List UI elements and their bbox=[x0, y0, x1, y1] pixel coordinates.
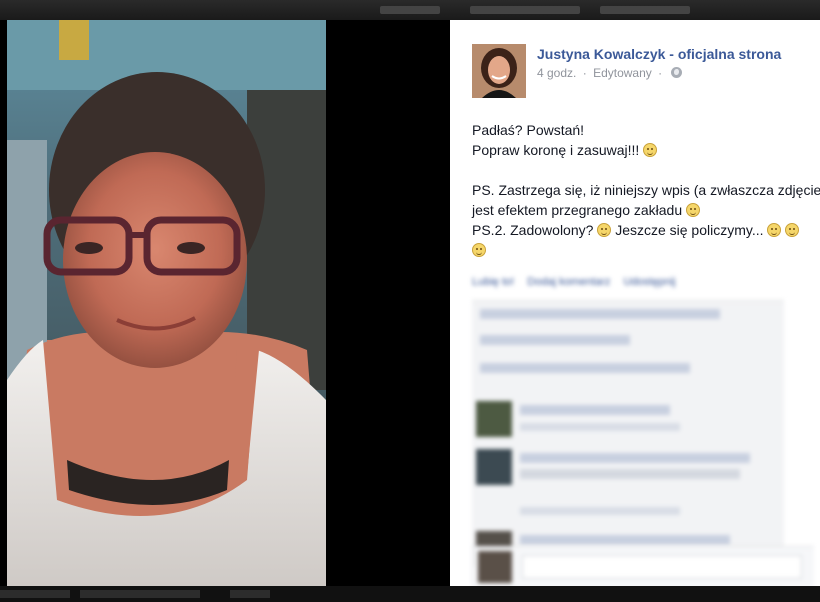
post-line bbox=[472, 240, 820, 260]
dimmed-page-header bbox=[0, 0, 820, 20]
selfie-image bbox=[7, 20, 326, 586]
post-line-text: PS.2. Zadowolony? bbox=[472, 222, 594, 238]
post-text: Padłaś? Powstań! Popraw koronę i zasuwaj… bbox=[472, 120, 820, 260]
meta-separator: · bbox=[582, 66, 587, 80]
shares-row[interactable] bbox=[480, 335, 630, 345]
photo-area bbox=[0, 20, 450, 586]
post-line: Padłaś? Powstań! bbox=[472, 120, 820, 140]
post-line-text: Popraw koronę i zasuwaj!!! bbox=[472, 142, 640, 158]
post-photo[interactable] bbox=[7, 20, 326, 586]
post-line: PS. Zastrzega się, iż niniejszy wpis (a … bbox=[472, 180, 820, 200]
comment-body bbox=[520, 535, 730, 545]
smiley-icon bbox=[767, 223, 782, 237]
post-line-text: Padłaś? Powstań! bbox=[472, 122, 585, 138]
globe-icon[interactable] bbox=[671, 67, 683, 78]
page-avatar[interactable] bbox=[472, 44, 526, 98]
smiley-icon bbox=[686, 203, 701, 217]
comment-body bbox=[520, 405, 670, 415]
post-meta: 4 godz. · Edytowany · bbox=[537, 66, 683, 80]
edited-label[interactable]: Edytowany bbox=[593, 66, 652, 80]
smiley-icon bbox=[472, 243, 486, 257]
smiley-icon bbox=[643, 143, 658, 157]
photo-viewer: Justyna Kowalczyk - oficjalna strona 4 g… bbox=[0, 0, 820, 602]
likes-summary-row[interactable] bbox=[480, 309, 720, 319]
comment-avatar[interactable] bbox=[476, 449, 512, 485]
post-line-text: Jeszcze się policzymy... bbox=[615, 222, 764, 238]
comment-composer bbox=[472, 546, 814, 586]
smiley-icon bbox=[785, 223, 800, 237]
previous-comments-row[interactable] bbox=[480, 363, 690, 373]
comment-body bbox=[520, 453, 750, 463]
post-line-text: PS. Zastrzega się, iż niniejszy wpis (a … bbox=[472, 182, 820, 198]
profile-picture-image bbox=[472, 44, 526, 98]
post-line: Popraw koronę i zasuwaj!!! bbox=[472, 140, 820, 160]
post-line: PS.2. Zadowolony? Jeszcze się policzymy.… bbox=[472, 220, 820, 240]
comment-actions bbox=[520, 423, 680, 431]
comment-actions bbox=[520, 507, 680, 515]
comment-link[interactable]: Dodaj komentarz bbox=[527, 276, 610, 288]
smiley-icon bbox=[597, 223, 612, 237]
composer-avatar bbox=[478, 551, 512, 583]
comment-body bbox=[520, 469, 740, 479]
meta-separator: · bbox=[658, 66, 663, 80]
dimmed-page-footer bbox=[0, 586, 820, 602]
post-time[interactable]: 4 godz. bbox=[537, 66, 576, 80]
page-name-link[interactable]: Justyna Kowalczyk - oficjalna strona bbox=[537, 46, 781, 62]
post-panel: Justyna Kowalczyk - oficjalna strona 4 g… bbox=[450, 20, 820, 586]
share-link[interactable]: Udostępnij bbox=[623, 276, 675, 288]
like-link[interactable]: Lubię to! bbox=[472, 276, 514, 288]
comments-section bbox=[472, 300, 784, 586]
comment-avatar[interactable] bbox=[476, 401, 512, 437]
comment-input[interactable] bbox=[522, 555, 802, 579]
post-actions: Lubię to! Dodaj komentarz Udostępnij bbox=[472, 276, 812, 292]
post-line-text: jest efektem przegranego zakładu bbox=[472, 202, 683, 218]
post-line: jest efektem przegranego zakładu bbox=[472, 200, 820, 220]
